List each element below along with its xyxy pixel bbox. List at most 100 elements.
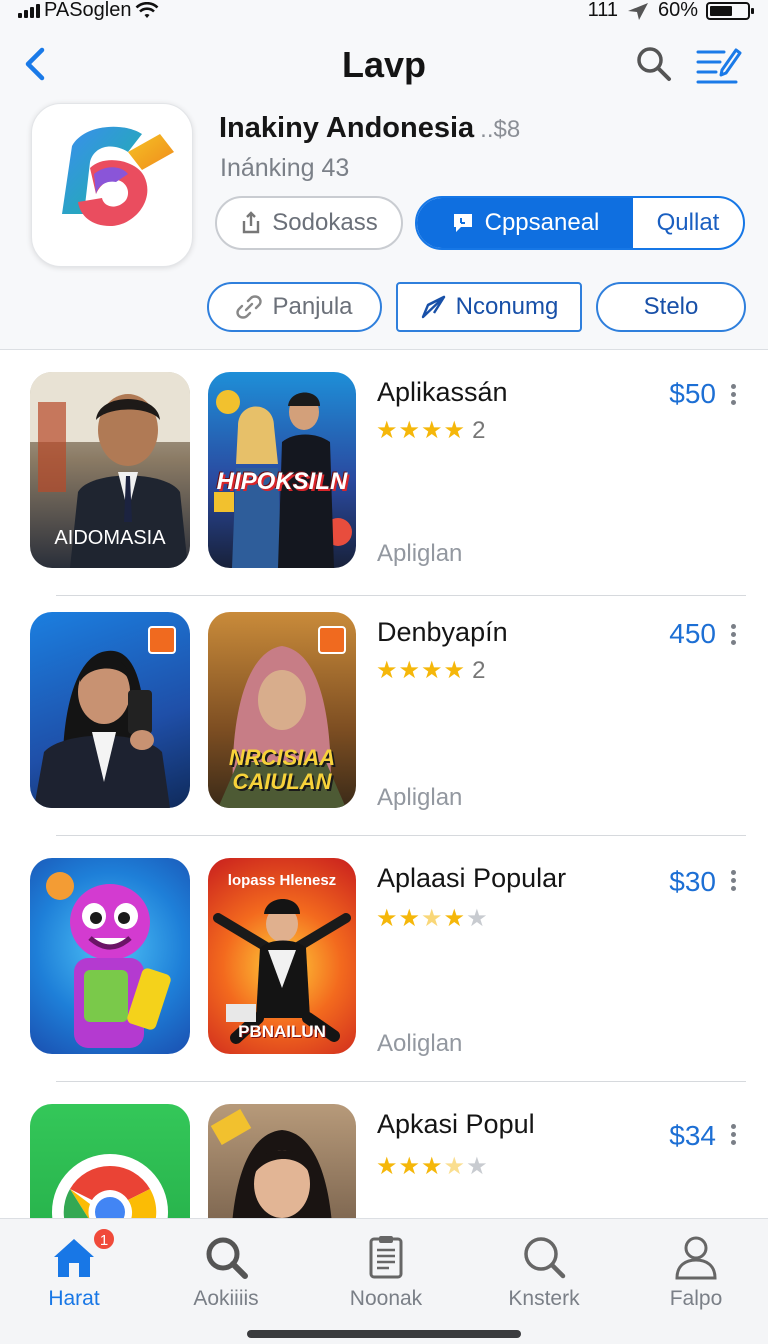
rating-stars: ★★★★ 2 [376,417,487,444]
home-icon [54,1239,94,1277]
app-category: Apliglan [377,540,463,567]
app-thumbnail [30,612,190,808]
status-right: 111 60% [587,0,754,22]
more-options-icon[interactable] [726,870,740,896]
search-icon [206,1237,248,1279]
more-options-icon[interactable] [726,384,740,410]
tab-bar: 1 Harat Aokiiiis Noonak Knsterk Falpo [0,1218,768,1344]
app-name: Inakiny Andonesia ..$8 [219,112,520,145]
tab-knsterk[interactable]: Knsterk [484,1233,604,1323]
list-item[interactable]: NRCISIAA CAIULAN Denbyapín ★★★★ 2 Apligla… [0,590,768,836]
time-label: 111 [587,0,618,21]
app-category: Apliglan [377,784,463,811]
list-item[interactable]: lopass Hlenesz PBNAILUN Aplaasi Popular … [0,836,768,1082]
link-icon [236,295,263,319]
wifi-icon [136,1,159,18]
thumbnail-caption: PBNAILUN [238,1022,326,1041]
nconumg-label: Nconumg [455,293,559,320]
app-price: ..$8 [480,116,521,143]
app-thumbnail: AIDOMASIA [30,372,190,568]
app-thumbnail: HIPOKSILN [208,372,356,568]
app-title: Aplikassán [377,377,508,407]
rating-count: 2 [472,417,487,444]
badge-icon [148,626,176,654]
more-options-icon[interactable] [726,1124,740,1150]
app-thumbnail [30,858,190,1054]
thumbnail-caption: AIDOMASIA [54,527,166,549]
segment-cppsaneal[interactable]: Cppsaneal [417,198,633,248]
thumbnail-caption: NRCISIAA CAIULAN [228,745,336,794]
tab-home[interactable]: 1 Harat [14,1227,134,1323]
stelo-label: Stelo [643,293,699,320]
battery-percent: 60% [657,0,698,21]
app-logo-icon [31,103,193,267]
segment-cppsaneal-label: Cppsaneal [484,209,600,236]
app-logo-graphic [62,126,174,226]
app-title: Aplaasi Popular [377,863,567,893]
tab-label: Knsterk [508,1287,580,1310]
app-name-text: Inakiny Andonesia [219,112,475,144]
sodokass-button[interactable]: Sodokass [215,196,403,250]
notification-badge: 1 [92,1227,116,1251]
price-button[interactable]: $30 [669,866,716,898]
app-list: AIDOMASIA HIPOKSILN Aplikassán ★★★★ 2 Apl… [0,350,768,1218]
tab-label: Noonak [349,1287,423,1310]
edit-list-button[interactable] [692,40,744,88]
segment-qullat-label: Qullat [656,209,720,236]
carrier-label: PASoglen [44,0,132,21]
header: Lavp [0,36,768,92]
tab-falpo[interactable]: Falpo [636,1233,756,1323]
edit-list-icon [696,48,742,84]
more-options-icon[interactable] [726,624,740,650]
sodokass-label: Sodokass [272,209,378,236]
badge-icon [318,626,346,654]
price-button[interactable]: 450 [669,618,716,650]
search-button[interactable] [632,42,676,86]
segment-qullat[interactable]: Qullat [633,198,743,248]
clipboard-icon [369,1236,403,1279]
segmented-control: Cppsaneal Qullat [415,196,745,250]
list-item[interactable]: Apkasi Popul ★★★★★ $34 [0,1082,768,1218]
app-thumbnail [30,1104,190,1218]
list-item[interactable]: AIDOMASIA HIPOKSILN Aplikassán ★★★★ 2 Apl… [0,350,768,596]
app-subtitle: Inánking 43 [220,154,350,182]
search-icon [524,1237,566,1279]
thumbnail-title: lopass Hlenesz [227,872,337,889]
rating-stars: ★★★★★ [376,1153,489,1180]
battery-fill [710,5,732,16]
panjula-label: Panjula [272,293,353,320]
tab-noonak[interactable]: Noonak [326,1233,446,1323]
person-icon [675,1236,717,1280]
app-title: Apkasi Popul [377,1109,535,1139]
tab-label: Falpo [669,1287,723,1310]
status-left: PASoglen [18,0,159,22]
app-thumbnail: lopass Hlenesz PBNAILUN [208,858,356,1054]
chrome-logo-icon [52,1154,168,1218]
nconumg-button[interactable]: Nconumg [396,282,582,332]
signal-icon [18,3,40,18]
app-title: Denbyapín [377,617,508,647]
cartoon-graphic [46,872,171,1048]
stelo-button[interactable]: Stelo [596,282,746,332]
send-icon [421,295,445,319]
app-category: Aoliglan [377,1030,463,1057]
share-icon [243,211,260,234]
tab-label: Aokiiiis [193,1287,259,1310]
location-arrow-icon [627,2,648,20]
app-thumbnail [208,1104,356,1218]
panjula-button[interactable]: Panjula [207,282,382,332]
thumbnail-caption: HIPOKSILN [216,468,348,495]
price-button[interactable]: $50 [669,378,716,410]
battery-icon [706,1,754,20]
search-icon [637,47,671,81]
rating-count: 2 [472,657,487,684]
home-indicator [247,1330,521,1338]
rating-stars: ★★★★ 2 [376,657,487,684]
chat-icon [453,214,472,232]
status-bar: PASoglen 111 60% [0,0,768,22]
tab-label: Harat [48,1287,100,1310]
rating-stars: ★★★★★ [376,905,489,932]
price-button[interactable]: $34 [669,1120,716,1152]
app-thumbnail: NRCISIAA CAIULAN [208,612,356,808]
tab-aokiiiis[interactable]: Aokiiiis [166,1233,286,1323]
